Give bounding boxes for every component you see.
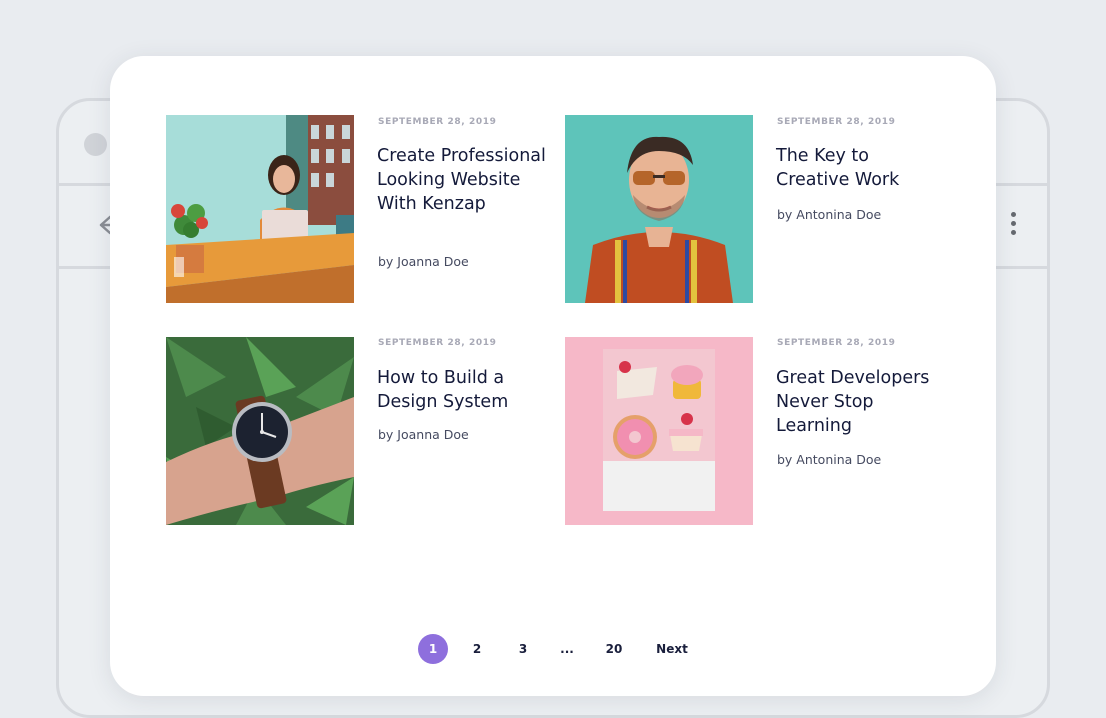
post-image-wristwatch[interactable]: [166, 337, 354, 525]
post-date: SEPTEMBER 28, 2019: [777, 117, 896, 127]
more-menu-icon[interactable]: [1006, 212, 1020, 240]
post-author[interactable]: by Joanna Doe: [378, 427, 469, 442]
post-date: SEPTEMBER 28, 2019: [378, 338, 497, 348]
post-author[interactable]: by Antonina Doe: [777, 207, 881, 222]
post-author[interactable]: by Antonina Doe: [777, 452, 881, 467]
post-image-man-sunglasses[interactable]: [565, 115, 753, 303]
post-date: SEPTEMBER 28, 2019: [378, 117, 497, 127]
post-author[interactable]: by Joanna Doe: [378, 254, 469, 269]
post-title[interactable]: Great Developers Never Stop Learning: [776, 366, 946, 438]
post-title[interactable]: How to Build a Design System: [377, 366, 547, 414]
camera-dot: [84, 133, 107, 156]
post-date: SEPTEMBER 28, 2019: [777, 338, 896, 348]
post-image-woman-laptop[interactable]: [166, 115, 354, 303]
blog-card: SEPTEMBER 28, 2019 Create Professional L…: [110, 56, 996, 696]
post-title[interactable]: Create Professional Looking Website With…: [377, 144, 547, 216]
post-title[interactable]: The Key to Creative Work: [776, 144, 946, 192]
post-image-sweets[interactable]: [565, 337, 753, 525]
